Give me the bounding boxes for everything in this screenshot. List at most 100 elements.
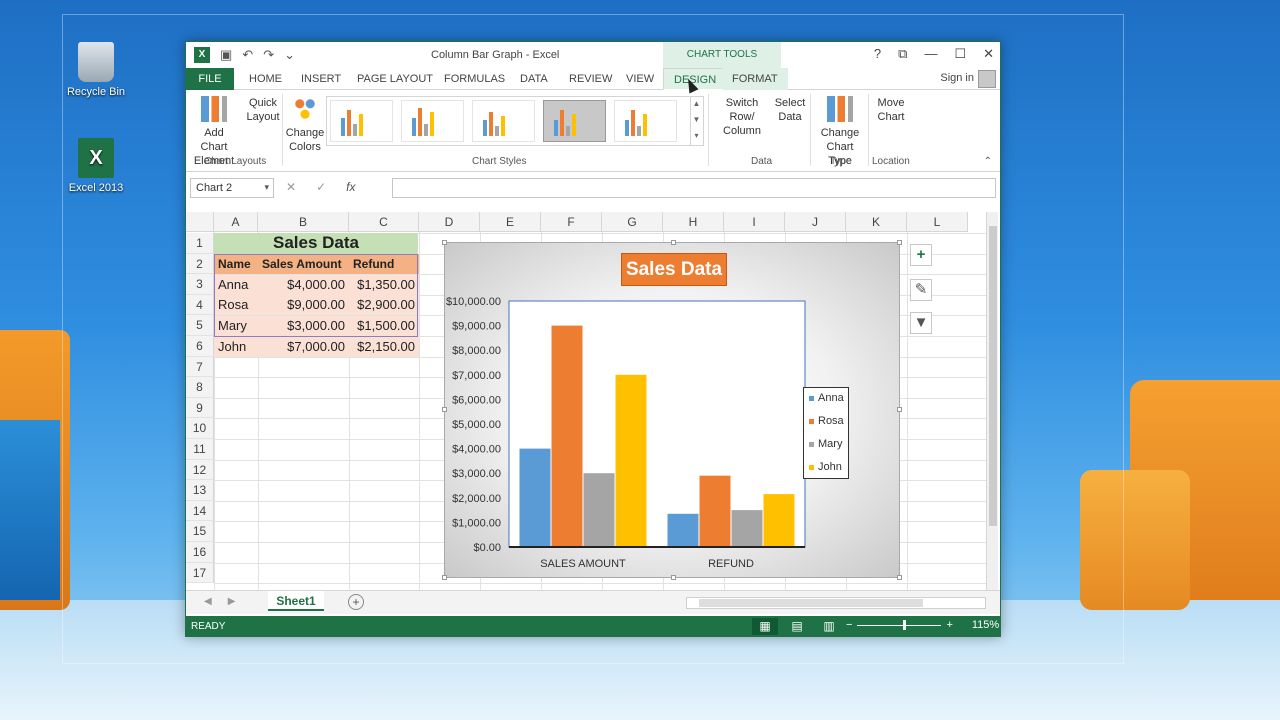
close-icon[interactable]: ✕: [983, 46, 994, 62]
row-header[interactable]: 6: [186, 336, 214, 357]
table-cell[interactable]: $2,150.00: [349, 336, 419, 357]
switch-row-column-button[interactable]: Switch Row/ Column: [712, 96, 772, 292]
recycle-bin-desktop-icon[interactable]: Recycle Bin: [61, 42, 131, 98]
table-cell[interactable]: Anna: [214, 274, 258, 295]
change-colors-button[interactable]: Change Colors: [284, 96, 326, 154]
table-cell[interactable]: Rosa: [214, 295, 258, 316]
cancel-icon[interactable]: ✕: [286, 180, 296, 194]
table-cell[interactable]: $1,500.00: [349, 315, 419, 336]
bar-anna-0[interactable]: [519, 448, 551, 547]
excel-desktop-icon[interactable]: X Excel 2013: [61, 138, 131, 194]
tab-home[interactable]: HOME: [249, 68, 282, 90]
chart-elements-button[interactable]: +: [910, 244, 932, 266]
column-header[interactable]: A: [214, 212, 258, 232]
tab-file[interactable]: FILE: [186, 68, 234, 90]
tab-insert[interactable]: INSERT: [301, 68, 341, 90]
column-header[interactable]: K: [846, 212, 907, 232]
chevron-right-icon[interactable]: ▶: [228, 596, 236, 607]
avatar[interactable]: [978, 70, 996, 88]
row-header[interactable]: 7: [186, 356, 214, 378]
undo-icon[interactable]: ↶: [242, 47, 253, 63]
insert-function-icon[interactable]: fx: [346, 180, 355, 194]
table-cell[interactable]: Refund: [349, 254, 419, 275]
select-all-corner[interactable]: [186, 212, 214, 232]
legend-item[interactable]: Mary: [809, 438, 842, 450]
bar-anna-1[interactable]: [667, 513, 699, 547]
row-header[interactable]: 9: [186, 397, 214, 419]
tab-data[interactable]: DATA: [520, 68, 548, 90]
row-header[interactable]: 3: [186, 274, 214, 295]
resize-handle[interactable]: [897, 240, 902, 245]
resize-handle[interactable]: [671, 240, 676, 245]
resize-handle[interactable]: [671, 575, 676, 580]
help-icon[interactable]: ?: [874, 46, 881, 62]
chart-style-thumbnail[interactable]: [472, 100, 535, 142]
sign-in-link[interactable]: Sign in: [940, 72, 974, 84]
enter-icon[interactable]: ✓: [316, 180, 326, 194]
row-header[interactable]: 1: [186, 233, 214, 254]
page-layout-view-icon[interactable]: ▤: [784, 618, 810, 635]
column-header[interactable]: D: [419, 212, 480, 232]
chevron-left-icon[interactable]: ◀: [204, 596, 212, 607]
maximize-icon[interactable]: ☐: [954, 46, 966, 62]
customize-qat-icon[interactable]: ⌄: [284, 47, 295, 63]
tab-review[interactable]: REVIEW: [569, 68, 612, 90]
page-break-view-icon[interactable]: ▥: [816, 618, 842, 635]
tab-page-layout[interactable]: PAGE LAYOUT: [357, 68, 433, 90]
table-cell[interactable]: $1,350.00: [349, 274, 419, 295]
table-cell[interactable]: $7,000.00: [258, 336, 349, 357]
horizontal-scrollbar[interactable]: [686, 597, 986, 609]
name-box[interactable]: Chart 2 ▾: [190, 178, 274, 198]
bar-rosa-1[interactable]: [699, 475, 731, 547]
table-cell[interactable]: John: [214, 336, 258, 357]
legend-item[interactable]: John: [809, 461, 842, 473]
zoom-slider-thumb[interactable]: [903, 619, 907, 630]
legend-item[interactable]: Rosa: [809, 415, 844, 427]
tab-formulas[interactable]: FORMULAS: [444, 68, 505, 90]
collapse-ribbon-icon[interactable]: ⌃: [984, 156, 992, 167]
column-header[interactable]: H: [663, 212, 724, 232]
row-header[interactable]: 5: [186, 315, 214, 336]
bar-john-0[interactable]: [615, 374, 647, 547]
scrollbar-thumb[interactable]: [699, 599, 923, 607]
bar-mary-1[interactable]: [731, 510, 763, 547]
table-cell[interactable]: Sales Amount: [258, 254, 349, 275]
chevron-down-icon[interactable]: ▾: [264, 182, 269, 193]
tab-view[interactable]: VIEW: [626, 68, 654, 90]
zoom-in-icon[interactable]: +: [946, 619, 952, 631]
table-cell[interactable]: $2,900.00: [349, 295, 419, 316]
column-header[interactable]: C: [349, 212, 419, 232]
row-header[interactable]: 4: [186, 294, 214, 316]
resize-handle[interactable]: [442, 240, 447, 245]
column-header[interactable]: G: [602, 212, 663, 232]
sheet-tab-active[interactable]: Sheet1: [268, 591, 324, 611]
table-cell[interactable]: $9,000.00: [258, 295, 349, 316]
quick-layout-button[interactable]: Quick Layout: [242, 96, 284, 292]
resize-handle[interactable]: [442, 575, 447, 580]
bar-rosa-0[interactable]: [551, 325, 583, 547]
row-header[interactable]: 16: [186, 542, 214, 563]
table-cell[interactable]: Mary: [214, 315, 258, 336]
column-header[interactable]: J: [785, 212, 846, 232]
formula-input[interactable]: [392, 178, 996, 198]
zoom-level[interactable]: 115%: [972, 619, 999, 631]
scrollbar-thumb[interactable]: [989, 226, 997, 526]
legend-item[interactable]: Anna: [809, 392, 844, 404]
column-header[interactable]: L: [907, 212, 968, 232]
chart-style-thumbnail-selected[interactable]: [543, 100, 606, 142]
add-sheet-icon[interactable]: +: [348, 594, 364, 610]
sheet-title-cell[interactable]: Sales Data: [214, 233, 418, 255]
ribbon-display-icon[interactable]: ⧉: [898, 46, 907, 62]
chart-area[interactable]: Sales Data $0.00 $1,000.00 $2,000.00 $3,000…: [442, 240, 902, 580]
chart-style-thumbnail[interactable]: [401, 100, 464, 142]
chart-filters-button[interactable]: ▼: [910, 312, 932, 334]
select-data-button[interactable]: Select Data: [772, 96, 808, 292]
resize-handle[interactable]: [897, 407, 902, 412]
move-chart-button[interactable]: Move Chart: [870, 96, 912, 292]
minimize-icon[interactable]: —: [924, 46, 937, 62]
row-header[interactable]: 15: [186, 521, 214, 542]
bar-mary-0[interactable]: [583, 473, 615, 547]
row-header[interactable]: 2: [186, 253, 214, 275]
chart-style-thumbnail[interactable]: [614, 100, 677, 142]
row-header[interactable]: 14: [186, 500, 214, 522]
